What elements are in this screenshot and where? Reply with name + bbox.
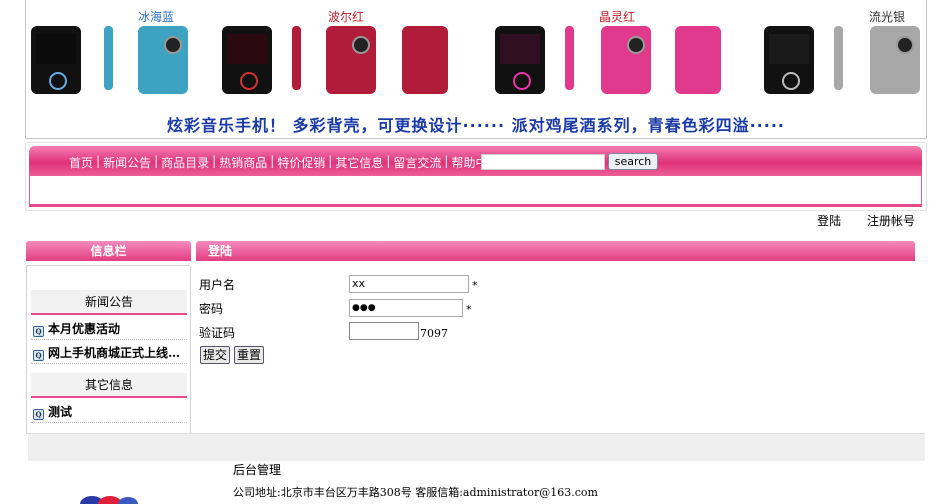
login-link[interactable]: 登陆: [817, 214, 841, 228]
footer-address: 公司地址:北京市丰台区万丰路308号 客服信箱:administrator@16…: [233, 486, 598, 499]
phone-image: [870, 26, 920, 94]
admin-link[interactable]: 后台管理: [233, 461, 281, 478]
nav-links: 首页 | 新闻公告 | 商品目录 | 热销商品 | 特价促销 | 其它信息 | 留言交流 | …: [66, 154, 502, 171]
phone-image: [675, 26, 721, 94]
news-item-label: 本月优惠活动: [48, 322, 121, 336]
username-label: 用户名: [199, 278, 236, 292]
phone-side-image: [565, 26, 574, 90]
nav-item-other[interactable]: 其它信息: [332, 154, 386, 171]
password-label: 密码: [199, 302, 224, 316]
auth-links: 登陆 注册帐号: [795, 212, 915, 229]
footer-logo: [80, 496, 138, 504]
nav-item-hot[interactable]: 热销商品: [216, 154, 270, 171]
news-item-label: 网上手机商城正式上线…: [48, 346, 181, 360]
phone-image: [402, 26, 448, 94]
phone-color-label: 冰海蓝: [138, 10, 175, 24]
phone-image: [601, 26, 651, 94]
phone-side-image: [834, 26, 843, 90]
sidebar-panel: 新闻公告 Q 本月优惠活动 Q 网上手机商城正式上线… 其它信息 Q 测试: [26, 265, 191, 434]
phone-color-label: 晶灵红: [599, 10, 636, 24]
phone-image: [764, 26, 814, 94]
phone-group-bordeaux-red: 波尔红: [218, 4, 448, 102]
banner-tagline: 炫彩音乐手机！ 多彩背壳，可更换设计······ 派对鸡尾酒系列，青春色彩四溢·…: [166, 116, 785, 135]
nav-item-home[interactable]: 首页: [66, 154, 96, 171]
captcha-input[interactable]: [349, 322, 419, 340]
nav-bar-frame: [29, 175, 922, 207]
required-mark: *: [472, 279, 478, 292]
bullet-icon: Q: [33, 326, 44, 337]
username-input[interactable]: xx: [349, 275, 469, 293]
sidebar-header: 信息栏: [26, 241, 191, 261]
nav-item-news[interactable]: 新闻公告: [100, 154, 154, 171]
bullet-icon: Q: [33, 350, 44, 361]
phone-image: [326, 26, 376, 94]
phone-image: [222, 26, 272, 94]
bullet-icon: Q: [33, 409, 44, 420]
nav-item-sale[interactable]: 特价促销: [274, 154, 328, 171]
banner: 冰海蓝 波尔红 晶灵红 流光银 炫彩音乐手机！ 多彩背壳，可更换设计······…: [25, 0, 927, 139]
password-input[interactable]: ●●●: [349, 299, 463, 317]
news-item[interactable]: Q 本月优惠活动: [31, 319, 187, 340]
reset-button[interactable]: 重置: [234, 346, 265, 364]
captcha-label: 验证码: [199, 326, 236, 340]
nav-container: 首页 | 新闻公告 | 商品目录 | 热销商品 | 特价促销 | 其它信息 | 留言交流 | …: [25, 142, 927, 211]
other-item-label: 测试: [48, 405, 73, 419]
other-section-title: 其它信息: [31, 373, 187, 398]
news-section-title: 新闻公告: [31, 290, 187, 315]
other-item[interactable]: Q 测试: [31, 402, 187, 423]
search-button[interactable]: search: [608, 153, 658, 170]
captcha-code: 7097: [420, 327, 448, 340]
submit-button[interactable]: 提交: [200, 346, 231, 364]
phone-image: [31, 26, 81, 94]
phone-group-crystal-red: 晶灵红: [491, 4, 721, 102]
phone-color-label: 流光银: [869, 10, 906, 24]
search-input[interactable]: [481, 154, 605, 170]
register-link[interactable]: 注册帐号: [867, 214, 915, 228]
phone-side-image: [292, 26, 301, 90]
footer-band: [28, 433, 925, 461]
required-mark: *: [466, 303, 472, 316]
nav-bar: 首页 | 新闻公告 | 商品目录 | 热销商品 | 特价促销 | 其它信息 | 留言交流 | …: [29, 146, 922, 176]
phone-image: [138, 26, 188, 94]
phone-image: [495, 26, 545, 94]
phone-group-ice-blue: 冰海蓝: [26, 4, 236, 102]
login-panel-header: 登陆: [196, 241, 915, 261]
news-item[interactable]: Q 网上手机商城正式上线…: [31, 343, 187, 364]
phone-color-label: 波尔红: [328, 10, 365, 24]
phone-side-image: [104, 26, 113, 90]
phone-group-silver: 流光银: [762, 4, 926, 102]
nav-item-message[interactable]: 留言交流: [390, 154, 444, 171]
nav-item-catalog[interactable]: 商品目录: [158, 154, 212, 171]
